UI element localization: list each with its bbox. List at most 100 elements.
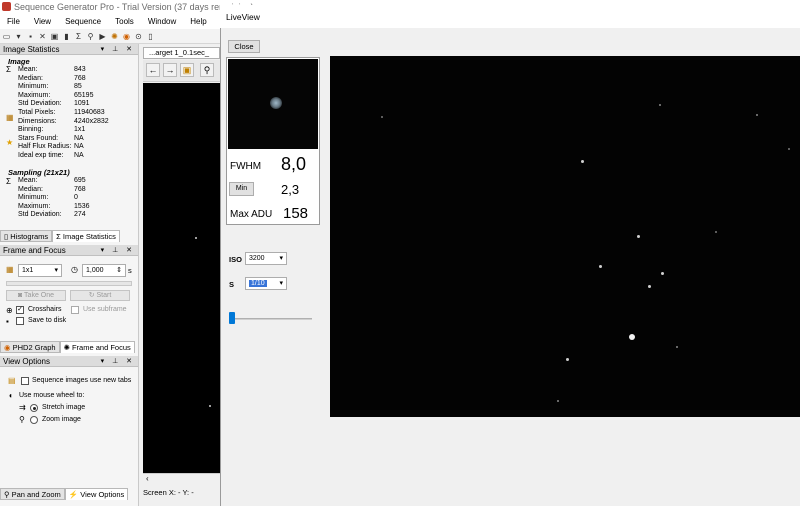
menu-tools[interactable]: Tools [108, 17, 141, 26]
tab-histograms[interactable]: ▯ Histograms [0, 230, 53, 242]
play-icon[interactable]: ▶ [98, 32, 107, 41]
stat-row: Mean: 843 [18, 66, 138, 74]
exposure-unit: s [128, 266, 132, 275]
panel-pin-close-icon[interactable]: ▾ ⊥ ✕ [101, 44, 135, 55]
radio-dot [33, 407, 36, 410]
flag-icon[interactable]: ▯ [146, 32, 155, 41]
new-icon[interactable]: ▭ [2, 32, 11, 41]
tab-pan-and-zoom[interactable]: ⚲ Pan and Zoom [0, 488, 65, 500]
wand-icon: ⚡ [68, 490, 79, 499]
tab-phd2-graph[interactable]: ◉ PHD2 Graph [0, 341, 60, 353]
stat-value: 65195 [74, 91, 94, 99]
stat-row: Std Deviation: 1091 [18, 100, 138, 108]
star-point [581, 160, 584, 163]
zoom-radio[interactable] [30, 416, 38, 424]
shutter-select[interactable]: 1/10 ▾ [245, 277, 287, 290]
stat-value: 1091 [74, 100, 90, 108]
app-logo-icon [2, 2, 11, 11]
image-section-title: Image [8, 57, 30, 66]
slider-handle[interactable] [229, 312, 235, 324]
stat-value: 85 [74, 83, 82, 91]
menu-sequence[interactable]: Sequence [58, 17, 108, 26]
tab-frame-and-focus[interactable]: ✺ Frame and Focus [59, 341, 135, 353]
star-icon: ★ [6, 138, 14, 147]
crosshair-icon: ⊕ [6, 306, 13, 315]
stat-value: 0 [74, 194, 78, 202]
view-options-header: View Options ▾ ⊥ ✕ [0, 356, 138, 367]
stat-label: Median: [18, 74, 43, 82]
spinner-icon[interactable]: ⇕ [116, 265, 122, 276]
menu-window[interactable]: Window [141, 17, 183, 26]
back-arrow-icon[interactable]: ← [146, 63, 160, 77]
stat-row: Minimum: 85 [18, 83, 138, 91]
slider-track[interactable] [232, 318, 312, 320]
scroll-left-icon[interactable]: ‹ [146, 474, 149, 483]
stat-value: 274 [74, 211, 86, 219]
stat-row: Median: 768 [18, 186, 138, 194]
stat-label: Stars Found: [18, 134, 59, 142]
binning-select[interactable]: 1x1 ▾ [18, 264, 62, 277]
menu-file[interactable]: File [0, 17, 27, 26]
frame-focus-tab-strip: ◉ PHD2 Graph ✺ Frame and Focus [0, 341, 138, 353]
stat-value: 695 [74, 177, 86, 184]
disk-icon: ▪ [6, 317, 9, 326]
horizontal-scrollbar[interactable]: ‹ [143, 473, 220, 484]
gear-icon[interactable]: ✺ [110, 32, 119, 41]
binning-icon: ▦ [6, 265, 14, 274]
zoom-icon[interactable]: ⚲ [200, 63, 214, 77]
stat-value: 843 [74, 66, 86, 73]
stat-label: Binning: [18, 126, 44, 134]
open-icon[interactable]: ▾ [14, 32, 23, 41]
star-point [599, 265, 602, 268]
liveview-image[interactable] [330, 56, 800, 417]
crosshairs-label: Crosshairs [28, 306, 62, 313]
take-one-button[interactable]: ◙ Take One [6, 290, 66, 301]
focus-icon[interactable]: ⊙ [134, 32, 143, 41]
stat-row: Mean: 695 [18, 177, 138, 185]
save-to-disk-checkbox[interactable] [16, 317, 24, 325]
new-tabs-checkbox[interactable] [21, 377, 29, 385]
panel-pin-close-icon[interactable]: ▾ ⊥ ✕ [101, 356, 135, 367]
sigma-icon[interactable]: Σ [74, 32, 83, 41]
star-point [566, 358, 569, 361]
crosshairs-checkbox[interactable]: ✓ [16, 306, 24, 314]
sequence-icon[interactable]: ▣ [50, 32, 59, 41]
stat-label: Dimensions: [18, 117, 57, 125]
stat-row: Total Pixels: 11940683 [18, 109, 138, 117]
iso-select[interactable]: 3200 ▾ [245, 252, 287, 265]
stretch-radio[interactable] [30, 404, 38, 412]
fwhm-label: FWHM [230, 161, 262, 172]
main-toolbar: ▭ ▾ ▪ ✕ ▣ ▮ Σ ⚲ ▶ ✺ ◉ ⊙ ▯ [0, 29, 220, 44]
document-tab[interactable]: ...arget 1_0.1sec_ [143, 47, 220, 59]
view-options-tab-strip: ⚲ Pan and Zoom ⚡ View Options [0, 488, 138, 500]
stat-label: Std Deviation: [18, 100, 62, 108]
stretch-icon: ⇉ [19, 403, 26, 412]
fit-image-icon[interactable]: ▣ [180, 63, 194, 77]
equipment-icon[interactable]: ✕ [38, 32, 47, 41]
tab-image-statistics[interactable]: Σ Image Statistics [52, 230, 120, 242]
sampling-section-title: Sampling (21x21) [8, 168, 70, 177]
menu-help[interactable]: Help [183, 17, 213, 26]
min-button[interactable]: Min [229, 182, 254, 196]
stat-row: Binning: 1x1 [18, 126, 138, 134]
panel-pin-close-icon[interactable]: ▾ ⊥ ✕ [101, 245, 135, 256]
timer-icon: ◷ [71, 265, 78, 274]
screen-coordinates: Screen X: - Y: - [143, 488, 194, 497]
star-point [788, 148, 790, 150]
exposure-input[interactable]: 1,000 ⇕ [82, 264, 126, 277]
stat-value: 768 [74, 74, 86, 82]
left-dock-panel: Image Statistics ▾ ⊥ ✕ Image Σ ▦ ★ Mean:… [0, 44, 139, 506]
sequence-image-view[interactable] [143, 83, 220, 473]
frame-focus-header: Frame and Focus ▾ ⊥ ✕ [0, 245, 138, 256]
close-button[interactable]: Close [228, 40, 260, 53]
forward-arrow-icon[interactable]: → [163, 63, 177, 77]
zoom-icon[interactable]: ⚲ [86, 32, 95, 41]
subframe-checkbox[interactable] [71, 306, 79, 314]
stat-value: 11940683 [74, 109, 105, 116]
save-icon[interactable]: ▪ [26, 32, 35, 41]
histogram-icon[interactable]: ▮ [62, 32, 71, 41]
menu-view[interactable]: View [27, 17, 58, 26]
start-button[interactable]: ↻ Start [70, 290, 130, 301]
tab-view-options[interactable]: ⚡ View Options [64, 488, 129, 500]
target-icon[interactable]: ◉ [122, 32, 131, 41]
